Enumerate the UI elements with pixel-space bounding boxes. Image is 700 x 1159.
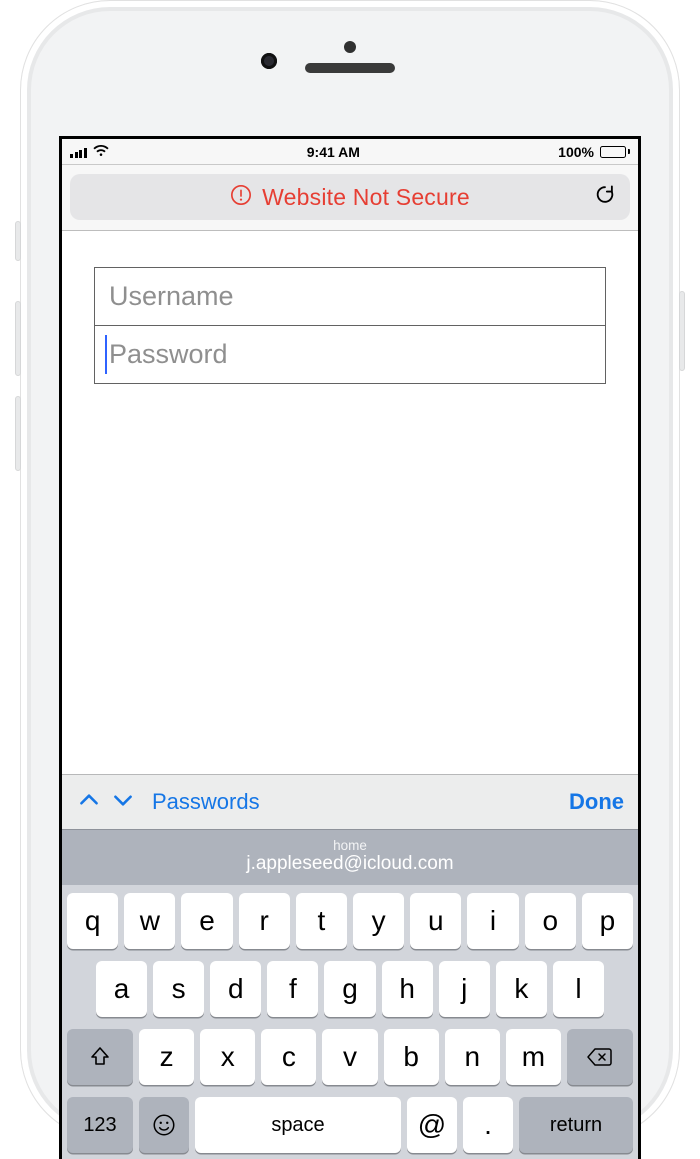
return-key[interactable]: return: [519, 1097, 633, 1153]
key-o[interactable]: o: [525, 893, 576, 949]
dot-key[interactable]: .: [463, 1097, 513, 1153]
address-bar-container: Website Not Secure: [62, 165, 638, 231]
battery-icon: [600, 146, 630, 158]
keyboard-accessory-bar: Passwords Done: [62, 774, 638, 829]
key-q[interactable]: q: [67, 893, 118, 949]
key-u[interactable]: u: [410, 893, 461, 949]
status-bar: 9:41 AM 100%: [62, 139, 638, 165]
not-secure-warning-icon: [230, 184, 252, 211]
key-n[interactable]: n: [445, 1029, 500, 1085]
key-a[interactable]: a: [96, 961, 147, 1017]
mode-123-key[interactable]: 123: [67, 1097, 133, 1153]
key-l[interactable]: l: [553, 961, 604, 1017]
suggestion-credential: j.appleseed@icloud.com: [228, 853, 472, 874]
emoji-key[interactable]: [139, 1097, 189, 1153]
key-k[interactable]: k: [496, 961, 547, 1017]
quicktype-bar: home j.appleseed@icloud.com: [62, 829, 638, 885]
keyboard-row-2: a s d f g h j k l: [67, 961, 633, 1017]
mute-switch: [15, 221, 21, 261]
power-button: [679, 291, 685, 371]
username-field[interactable]: Username: [94, 267, 606, 326]
backspace-key[interactable]: [567, 1029, 633, 1085]
key-c[interactable]: c: [261, 1029, 316, 1085]
at-key[interactable]: @: [407, 1097, 457, 1153]
keyboard-row-1: q w e r t y u i o p: [67, 893, 633, 949]
key-e[interactable]: e: [181, 893, 232, 949]
volume-down-btn: [15, 396, 21, 471]
cellular-signal-icon: [70, 146, 87, 158]
key-j[interactable]: j: [439, 961, 490, 1017]
next-field-chevron-down-icon[interactable]: [110, 787, 136, 818]
key-m[interactable]: m: [506, 1029, 561, 1085]
passwords-button[interactable]: Passwords: [152, 789, 260, 815]
key-i[interactable]: i: [467, 893, 518, 949]
key-w[interactable]: w: [124, 893, 175, 949]
earpiece-speaker: [305, 63, 395, 73]
prev-field-chevron-up-icon[interactable]: [76, 787, 102, 818]
space-key[interactable]: space: [195, 1097, 401, 1153]
suggestion-context: home: [228, 838, 472, 853]
done-button[interactable]: Done: [569, 789, 624, 815]
key-p[interactable]: p: [582, 893, 633, 949]
username-placeholder: Username: [109, 281, 234, 312]
front-camera: [261, 53, 277, 69]
iphone-device-frame: 9:41 AM 100% Website Not Secure: [20, 0, 680, 1140]
key-b[interactable]: b: [384, 1029, 439, 1085]
device-screen: 9:41 AM 100% Website Not Secure: [59, 136, 641, 1159]
key-h[interactable]: h: [382, 961, 433, 1017]
key-z[interactable]: z: [139, 1029, 194, 1085]
proximity-sensor: [344, 41, 356, 53]
key-x[interactable]: x: [200, 1029, 255, 1085]
password-field[interactable]: Password: [94, 325, 606, 384]
software-keyboard: q w e r t y u i o p a s d f g h j k l: [62, 885, 638, 1159]
key-f[interactable]: f: [267, 961, 318, 1017]
key-t[interactable]: t: [296, 893, 347, 949]
key-s[interactable]: s: [153, 961, 204, 1017]
address-bar[interactable]: Website Not Secure: [70, 174, 630, 220]
password-placeholder: Password: [109, 339, 228, 370]
web-page-content: Username Password: [62, 231, 638, 774]
key-r[interactable]: r: [239, 893, 290, 949]
status-time: 9:41 AM: [307, 144, 360, 160]
shift-key[interactable]: [67, 1029, 133, 1085]
key-g[interactable]: g: [324, 961, 375, 1017]
password-suggestion[interactable]: home j.appleseed@icloud.com: [200, 835, 500, 880]
volume-up-btn: [15, 301, 21, 376]
reload-icon[interactable]: [594, 184, 616, 211]
address-bar-title: Website Not Secure: [262, 184, 470, 211]
key-v[interactable]: v: [322, 1029, 377, 1085]
text-caret: [105, 335, 107, 374]
battery-percent: 100%: [558, 144, 594, 160]
keyboard-row-3: z x c v b n m: [67, 1029, 633, 1085]
key-y[interactable]: y: [353, 893, 404, 949]
key-d[interactable]: d: [210, 961, 261, 1017]
keyboard-row-4: 123 space @ . return: [67, 1097, 633, 1153]
wifi-icon: [93, 144, 109, 160]
